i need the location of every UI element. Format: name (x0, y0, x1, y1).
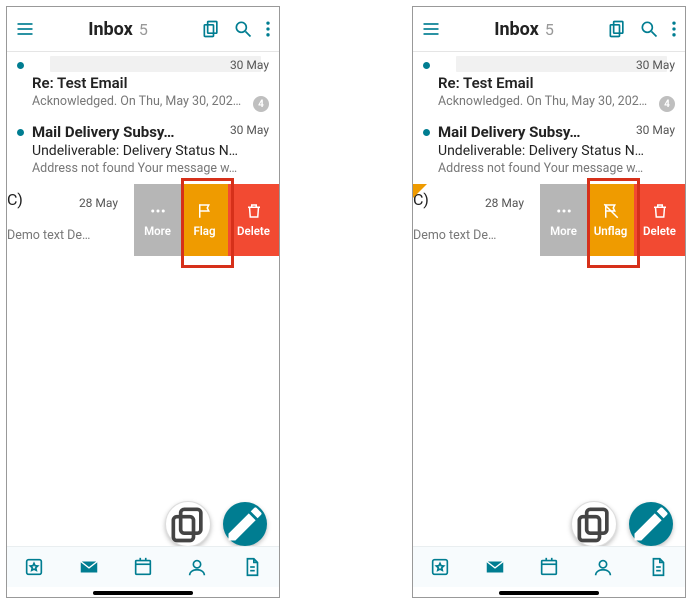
list-item-swiped[interactable]: C) 28 May Demo text De… More Flag Delete (7, 184, 279, 256)
title-text: Inbox (88, 19, 133, 40)
list-item[interactable]: Re: Test Email Acknowledged. On Thu, May… (413, 72, 685, 117)
flagged-indicator-icon (413, 184, 427, 198)
phone-screen-flag: Inbox 5 30 May Re: Test Email Acknowledg… (6, 6, 280, 598)
message-date: 28 May (485, 196, 530, 210)
message-date: 30 May (636, 58, 675, 72)
unread-dot-icon (423, 129, 430, 136)
nav-mail-icon[interactable] (78, 556, 100, 578)
nav-favorites-icon[interactable] (23, 556, 45, 578)
menu-icon[interactable] (421, 19, 441, 39)
flag-icon (196, 202, 214, 220)
stack-fab[interactable] (571, 501, 617, 547)
action-label: Delete (237, 224, 270, 238)
title-count: 5 (139, 20, 148, 39)
message-preview: Acknowledged. On Thu, May 30, 202… (32, 94, 269, 109)
nav-mail-icon[interactable] (484, 556, 506, 578)
page-title: Inbox 5 (88, 19, 148, 40)
stack-icon (166, 502, 210, 546)
message-preview: Acknowledged. On Thu, May 30, 202… (438, 94, 675, 109)
swipe-actions: More Unflag Delete (540, 184, 685, 256)
list-item[interactable]: 30 May (413, 52, 685, 72)
swipe-actions: More Flag Delete (134, 184, 279, 256)
message-sender: Re: Test Email (438, 74, 675, 92)
nav-contacts-icon[interactable] (592, 556, 614, 578)
home-indicator (93, 591, 193, 595)
nav-files-icon[interactable] (241, 556, 263, 578)
top-bar: Inbox 5 (7, 7, 279, 51)
message-list: 30 May Re: Test Email Acknowledged. On T… (7, 52, 279, 256)
more-button[interactable]: More (134, 184, 181, 256)
message-preview: Demo text De… (7, 228, 124, 243)
message-date: 30 May (230, 58, 269, 72)
stack-fab[interactable] (165, 501, 211, 547)
list-item[interactable]: 30 May (7, 52, 279, 72)
bottom-nav (7, 546, 279, 587)
unread-dot-icon (17, 62, 24, 69)
list-item[interactable]: Re: Test Email Acknowledged. On Thu, May… (7, 72, 279, 117)
message-list: 30 May Re: Test Email Acknowledged. On T… (413, 52, 685, 256)
nav-favorites-icon[interactable] (429, 556, 451, 578)
unflag-button[interactable]: Unflag (587, 184, 634, 256)
action-label: Flag (193, 224, 215, 238)
nav-files-icon[interactable] (647, 556, 669, 578)
thread-count-badge: 4 (659, 96, 675, 112)
phone-screen-unflag: Inbox 5 30 May Re: Test Email Acknowledg… (412, 6, 686, 598)
copy-icon[interactable] (607, 19, 627, 39)
list-item[interactable]: Mail Delivery Subsy… Undeliverable: Deli… (7, 117, 279, 184)
copy-icon[interactable] (201, 19, 221, 39)
ellipsis-icon (149, 202, 167, 220)
more-vert-icon[interactable] (671, 19, 677, 39)
list-item[interactable]: Mail Delivery Subsy… Undeliverable: Deli… (413, 117, 685, 184)
message-date: 30 May (636, 123, 675, 137)
message-subject: Undeliverable: Delivery Status N… (438, 143, 675, 159)
page-title: Inbox 5 (494, 19, 554, 40)
action-label: More (144, 224, 171, 238)
message-sender: C) (7, 190, 23, 209)
title-count: 5 (545, 20, 554, 39)
delete-button[interactable]: Delete (634, 184, 685, 256)
compose-fab[interactable] (629, 502, 673, 546)
action-label: More (550, 224, 577, 238)
message-preview: Address not found Your message w… (32, 161, 269, 176)
pencil-icon (629, 502, 673, 546)
nav-calendar-icon[interactable] (538, 556, 560, 578)
search-icon[interactable] (233, 19, 253, 39)
unflag-icon (602, 202, 620, 220)
flag-button[interactable]: Flag (181, 184, 228, 256)
bottom-nav (413, 546, 685, 587)
message-preview: Demo text De… (413, 228, 530, 243)
unread-dot-icon (423, 62, 430, 69)
search-icon[interactable] (639, 19, 659, 39)
stack-icon (572, 502, 616, 546)
trash-icon (245, 202, 263, 220)
more-vert-icon[interactable] (265, 19, 271, 39)
fab-area (571, 501, 673, 547)
menu-icon[interactable] (15, 19, 35, 39)
ellipsis-icon (555, 202, 573, 220)
nav-contacts-icon[interactable] (186, 556, 208, 578)
trash-icon (651, 202, 669, 220)
top-bar: Inbox 5 (413, 7, 685, 51)
nav-calendar-icon[interactable] (132, 556, 154, 578)
thread-count-badge: 4 (253, 96, 269, 112)
message-sender: Re: Test Email (32, 74, 269, 92)
more-button[interactable]: More (540, 184, 587, 256)
message-subject: Undeliverable: Delivery Status N… (32, 143, 269, 159)
fab-area (165, 501, 267, 547)
unread-dot-icon (17, 129, 24, 136)
compose-fab[interactable] (223, 502, 267, 546)
pencil-icon (223, 502, 267, 546)
message-preview: Address not found Your message w… (438, 161, 675, 176)
delete-button[interactable]: Delete (228, 184, 279, 256)
action-label: Unflag (594, 224, 628, 238)
message-date: 30 May (230, 123, 269, 137)
home-indicator (499, 591, 599, 595)
title-text: Inbox (494, 19, 539, 40)
list-item-swiped[interactable]: C) 28 May Demo text De… More Unflag Dele… (413, 184, 685, 256)
message-date: 28 May (79, 196, 124, 210)
action-label: Delete (643, 224, 676, 238)
